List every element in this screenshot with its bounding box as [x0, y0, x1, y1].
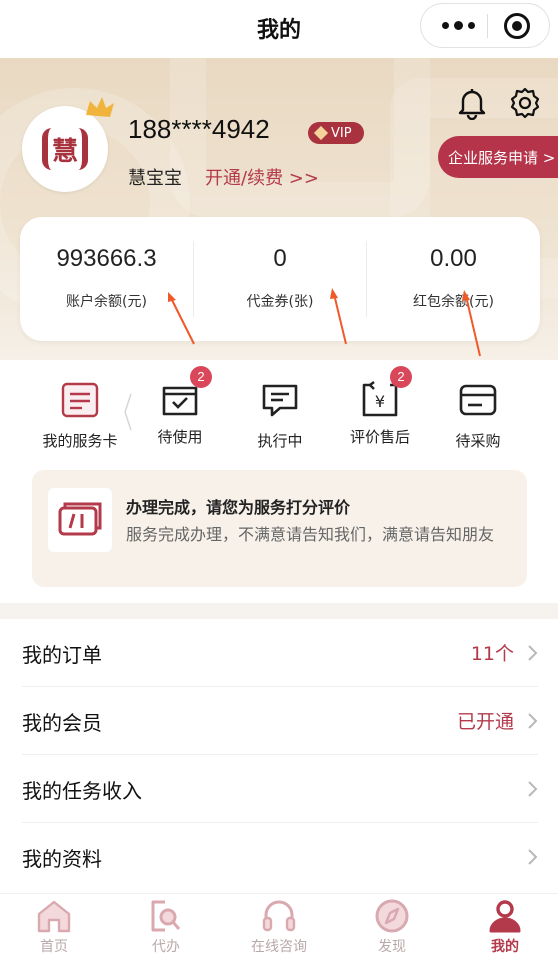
- service-label: 我的服务卡: [42, 432, 118, 450]
- tab-online-consult[interactable]: 在线咨询: [229, 898, 329, 956]
- menu-label: 我的任务收入: [22, 779, 142, 803]
- mini-program-capsule: [420, 3, 550, 48]
- tab-label: 我的: [491, 939, 519, 955]
- service-label: 待采购: [455, 432, 501, 450]
- menu-value: 已开通: [456, 711, 514, 733]
- wallet-check-icon: 2: [160, 366, 212, 420]
- chevron-right-icon: [528, 645, 538, 661]
- chevron-right-icon: [528, 713, 538, 729]
- notice-title: 办理完成，请您为服务打分评价: [126, 498, 351, 517]
- compass-icon: [375, 899, 409, 933]
- capsule-divider: [487, 14, 488, 38]
- menu-item-membership[interactable]: 我的会员 已开通: [0, 687, 558, 755]
- title-bar: 我的: [0, 0, 558, 58]
- service-label: 评价售后: [349, 428, 410, 446]
- search-document-icon: [151, 900, 181, 932]
- home-icon: [37, 900, 71, 933]
- red-packet-value: 0.00: [430, 245, 477, 272]
- menu-item-task-income[interactable]: 我的任务收入: [0, 755, 558, 823]
- card-icon: [459, 384, 497, 416]
- menu-label: 我的资料: [22, 847, 102, 871]
- svg-text:¥: ¥: [375, 392, 385, 411]
- service-card-icon: [61, 382, 99, 418]
- tab-mine[interactable]: 我的: [455, 898, 555, 956]
- tab-label: 在线咨询: [251, 939, 307, 955]
- in-progress-entry[interactable]: 执行中: [230, 380, 330, 451]
- bottom-tab-bar: 首页 代办 在线咨询 发现 我的: [0, 893, 558, 962]
- rating-reminder[interactable]: 办理完成，请您为服务打分评价 服务完成办理，不满意请告知我们，满意请告知朋友: [32, 470, 527, 587]
- user-nickname: 慧宝宝: [128, 168, 182, 189]
- tab-agency[interactable]: 代办: [116, 898, 216, 956]
- tab-label: 代办: [152, 939, 180, 955]
- more-icon[interactable]: [433, 4, 483, 47]
- tab-discover[interactable]: 发现: [342, 898, 442, 956]
- account-balance-value: 993666.3: [56, 245, 157, 272]
- count-badge: 2: [390, 366, 412, 388]
- vip-badge: VIP: [308, 122, 364, 144]
- enterprise-service-button[interactable]: 企业服务申请 >: [438, 136, 558, 178]
- tab-label: 首页: [40, 939, 68, 955]
- service-card-entry[interactable]: 我的服务卡: [30, 380, 130, 451]
- service-label: 待使用: [157, 428, 203, 446]
- tab-home[interactable]: 首页: [4, 898, 104, 956]
- menu-item-orders[interactable]: 我的订单 11个: [0, 619, 558, 687]
- user-phone: 188****4942: [128, 114, 270, 144]
- menu-label: 我的会员: [22, 711, 102, 735]
- renew-link[interactable]: 开通/续费 >>: [205, 164, 319, 190]
- annotation-arrow: [168, 292, 195, 345]
- count-badge: 2: [190, 366, 212, 388]
- service-label: 执行中: [257, 432, 303, 450]
- menu-label: 我的订单: [22, 643, 102, 667]
- voucher-value: 0: [273, 245, 287, 272]
- headset-icon: [262, 900, 296, 932]
- section-divider: [0, 603, 558, 619]
- annotation-arrow: [462, 290, 481, 357]
- bell-icon[interactable]: [455, 86, 489, 120]
- yuan-return-icon: ¥ 2: [360, 366, 412, 420]
- vip-label: VIP: [331, 125, 352, 141]
- red-packet-label: 红包余额(元): [413, 294, 494, 310]
- pending-purchase-entry[interactable]: 待采购: [428, 380, 528, 451]
- rating-card-icon: [58, 502, 102, 536]
- crown-icon: [86, 97, 114, 117]
- diamond-icon: [313, 125, 329, 141]
- chevron-right-icon: [528, 849, 538, 865]
- pending-use-entry[interactable]: 2 待使用: [130, 366, 230, 447]
- annotation-arrow: [330, 288, 347, 345]
- tab-label: 发现: [378, 939, 406, 955]
- chevron-right-icon: [528, 781, 538, 797]
- close-target-icon[interactable]: [504, 13, 530, 39]
- review-aftersale-entry[interactable]: ¥ 2 评价售后: [330, 366, 430, 447]
- notice-icon-box: [48, 488, 112, 552]
- red-packet-balance[interactable]: 0.00 红包余额(元): [367, 217, 540, 341]
- menu-value: 11个: [470, 643, 514, 665]
- avatar-logo: 慧: [42, 128, 88, 170]
- menu-item-profile[interactable]: 我的资料: [0, 823, 558, 891]
- notice-description: 服务完成办理，不满意请告知我们，满意请告知朋友: [126, 525, 495, 544]
- message-icon: [262, 384, 298, 417]
- gear-icon[interactable]: [508, 86, 542, 120]
- user-icon: [489, 900, 521, 933]
